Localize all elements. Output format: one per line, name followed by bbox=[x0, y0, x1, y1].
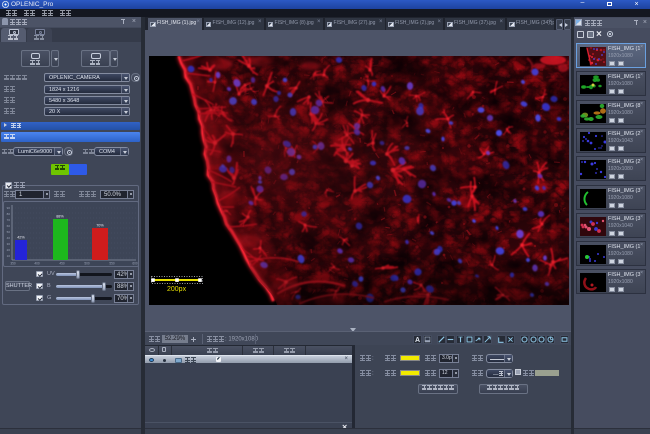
svg-text:40: 40 bbox=[7, 236, 11, 240]
svg-text:30: 30 bbox=[7, 242, 11, 246]
svg-text:550: 550 bbox=[109, 262, 115, 266]
svg-text:A: A bbox=[415, 337, 420, 343]
svg-text:500: 500 bbox=[84, 262, 90, 266]
svg-text:80: 80 bbox=[7, 212, 11, 216]
svg-text:42%: 42% bbox=[17, 236, 25, 240]
svg-text:90: 90 bbox=[7, 206, 11, 210]
svg-text:88%: 88% bbox=[56, 215, 64, 219]
svg-text:50: 50 bbox=[7, 230, 11, 234]
svg-text:450: 450 bbox=[59, 262, 65, 266]
svg-text:60: 60 bbox=[7, 224, 11, 228]
svg-text:20: 20 bbox=[7, 248, 11, 252]
svg-text:70%: 70% bbox=[96, 224, 104, 228]
svg-text:350: 350 bbox=[10, 262, 16, 266]
svg-text:200px: 200px bbox=[167, 286, 187, 293]
svg-text:10: 10 bbox=[7, 254, 11, 258]
svg-text:400: 400 bbox=[34, 262, 40, 266]
svg-text:70: 70 bbox=[7, 218, 11, 222]
svg-text:600: 600 bbox=[132, 262, 138, 266]
